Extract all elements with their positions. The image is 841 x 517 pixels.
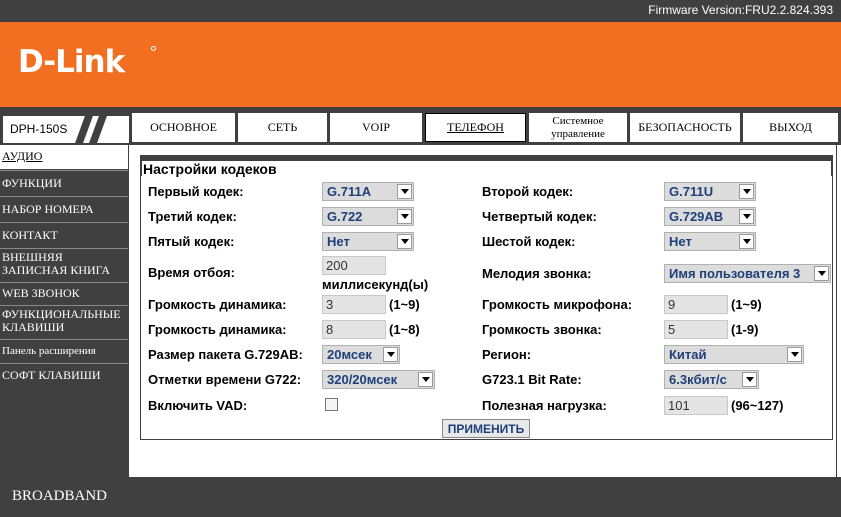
ring-volume-label: Громкость звонка: [482,322,602,337]
sidebar-item-expansion-panel[interactable]: Панель расширения [0,339,128,362]
speaker-volume-range: (1~9) [389,297,420,312]
g722-timestamp-select[interactable]: 320/20мсек [322,370,435,389]
codec6-label: Шестой кодек: [482,234,576,249]
chevron-down-icon [739,184,754,199]
footer: BROADBAND [0,477,841,517]
region-select[interactable]: Китай [664,345,804,364]
sidebar-item-dial-plan[interactable]: НАБОР НОМЕРА [0,196,128,221]
speaker-volume-label: Громкость динамика: [148,297,287,312]
hangup-time-label: Время отбоя: [148,265,235,280]
sidebar-item-audio[interactable]: АУДИО [0,145,128,169]
tab-label: БЕЗОПАСНОСТЬ [638,120,732,134]
tab-security[interactable]: БЕЗОПАСНОСТЬ [630,113,740,142]
codec6-select[interactable]: Нет [664,232,756,251]
g7231-bitrate-label: G723.1 Bit Rate: [482,372,582,387]
chevron-down-icon [742,372,757,387]
sidebar-item-web-call[interactable]: WEB ЗВОНОК [0,282,128,305]
codec3-label: Третий кодек: [148,209,237,224]
hangup-time-unit: миллисекунд(ы) [322,277,429,292]
ringtone-label: Мелодия звонка: [482,266,592,281]
codec1-select[interactable]: G.711A [322,182,414,201]
dlink-logo: D-Link [18,44,125,80]
section-title-bar: Настройки кодеков [141,156,832,178]
section-title: Настройки кодеков [142,161,831,178]
hangup-time-input[interactable]: 200 [322,256,386,275]
g722-timestamp-label: Отметки времени G722: [148,372,302,387]
apply-button[interactable]: ПРИМЕНИТЬ [442,419,530,438]
vad-checkbox[interactable] [325,398,338,411]
tab-label: ОСНОВНОЕ [150,120,217,134]
tab-label: ТЕЛЕФОН [447,120,504,134]
chevron-down-icon [787,347,802,362]
vad-label: Включить VAD: [148,398,248,413]
tab-voip[interactable]: VOIP [330,113,422,142]
sidebar-item-function-keys[interactable]: ФУНКЦИОНАЛЬНЫЕ КЛАВИШИ [0,305,128,338]
chevron-down-icon [739,209,754,224]
tab-label: Системное управление [551,114,605,140]
speaker-volume-input[interactable]: 3 [322,295,386,314]
codec2-select[interactable]: G.711U [664,182,756,201]
codec5-select[interactable]: Нет [322,232,414,251]
brand-banner: D-Link [0,22,841,107]
model-name: DPH-150S [10,122,68,136]
chevron-down-icon [418,372,433,387]
tab-logout[interactable]: ВЫХОД [743,113,838,142]
codec5-label: Пятый кодек: [148,234,235,249]
sidebar-item-soft-keys[interactable]: СОФТ КЛАВИШИ [0,363,128,388]
codec2-label: Второй кодек: [482,184,574,199]
model-label-box: DPH-150S [3,116,129,143]
payload-range: (96~127) [731,398,784,413]
speaker-volume-2-range: (1~8) [389,322,420,337]
ringtone-select[interactable]: Имя пользователя 3 [664,264,831,283]
ring-volume-input[interactable]: 5 [664,320,728,339]
speaker-volume-2-input[interactable]: 8 [322,320,386,339]
chevron-down-icon [383,347,398,362]
tab-phone[interactable]: ТЕЛЕФОН [425,113,526,142]
tab-label: СЕТЬ [267,120,298,134]
sidebar-item-contact[interactable]: КОНТАКТ [0,222,128,247]
mic-volume-label: Громкость микрофона: [482,297,633,312]
codec1-label: Первый кодек: [148,184,244,199]
mic-volume-input[interactable]: 9 [664,295,728,314]
tab-network[interactable]: СЕТЬ [238,113,327,142]
right-border [836,145,837,477]
codec4-select[interactable]: G.729AB [664,207,756,226]
chevron-down-icon [397,184,412,199]
codec4-label: Четвертый кодек: [482,209,597,224]
codec3-select[interactable]: G.722 [322,207,414,226]
tab-system-management[interactable]: Системное управление [529,113,627,142]
logo-registered-dot [151,46,156,51]
sidebar-item-functions[interactable]: ФУНКЦИИ [0,170,128,195]
top-bar: Firmware Version:FRU2.2.824.393 [0,0,841,22]
sidebar-item-external-phonebook[interactable]: ВНЕШНЯЯ ЗАПИСНАЯ КНИГА [0,248,128,281]
footer-text: BROADBAND [12,488,108,504]
payload-input[interactable]: 101 [664,396,728,415]
chevron-down-icon [739,234,754,249]
tab-label: ВЫХОД [769,120,812,134]
sidebar: АУДИО ФУНКЦИИ НАБОР НОМЕРА КОНТАКТ ВНЕШН… [0,145,129,477]
chevron-down-icon [814,266,829,281]
region-label: Регион: [482,347,532,362]
slash-decoration-2 [89,116,107,143]
chevron-down-icon [397,209,412,224]
mic-volume-range: (1~9) [731,297,762,312]
ring-volume-range: (1-9) [731,322,759,337]
chevron-down-icon [397,234,412,249]
packet-size-select[interactable]: 20мсек [322,345,400,364]
firmware-version: Firmware Version:FRU2.2.824.393 [648,3,833,17]
packet-size-label: Размер пакета G.729AB: [148,347,303,362]
g7231-bitrate-select[interactable]: 6.3кбит/с [664,370,759,389]
tab-label: VOIP [361,120,390,134]
payload-label: Полезная нагрузка: [482,398,607,413]
tab-basic[interactable]: ОСНОВНОЕ [132,113,235,142]
speaker-volume-2-label: Громкость динамика: [148,322,287,337]
